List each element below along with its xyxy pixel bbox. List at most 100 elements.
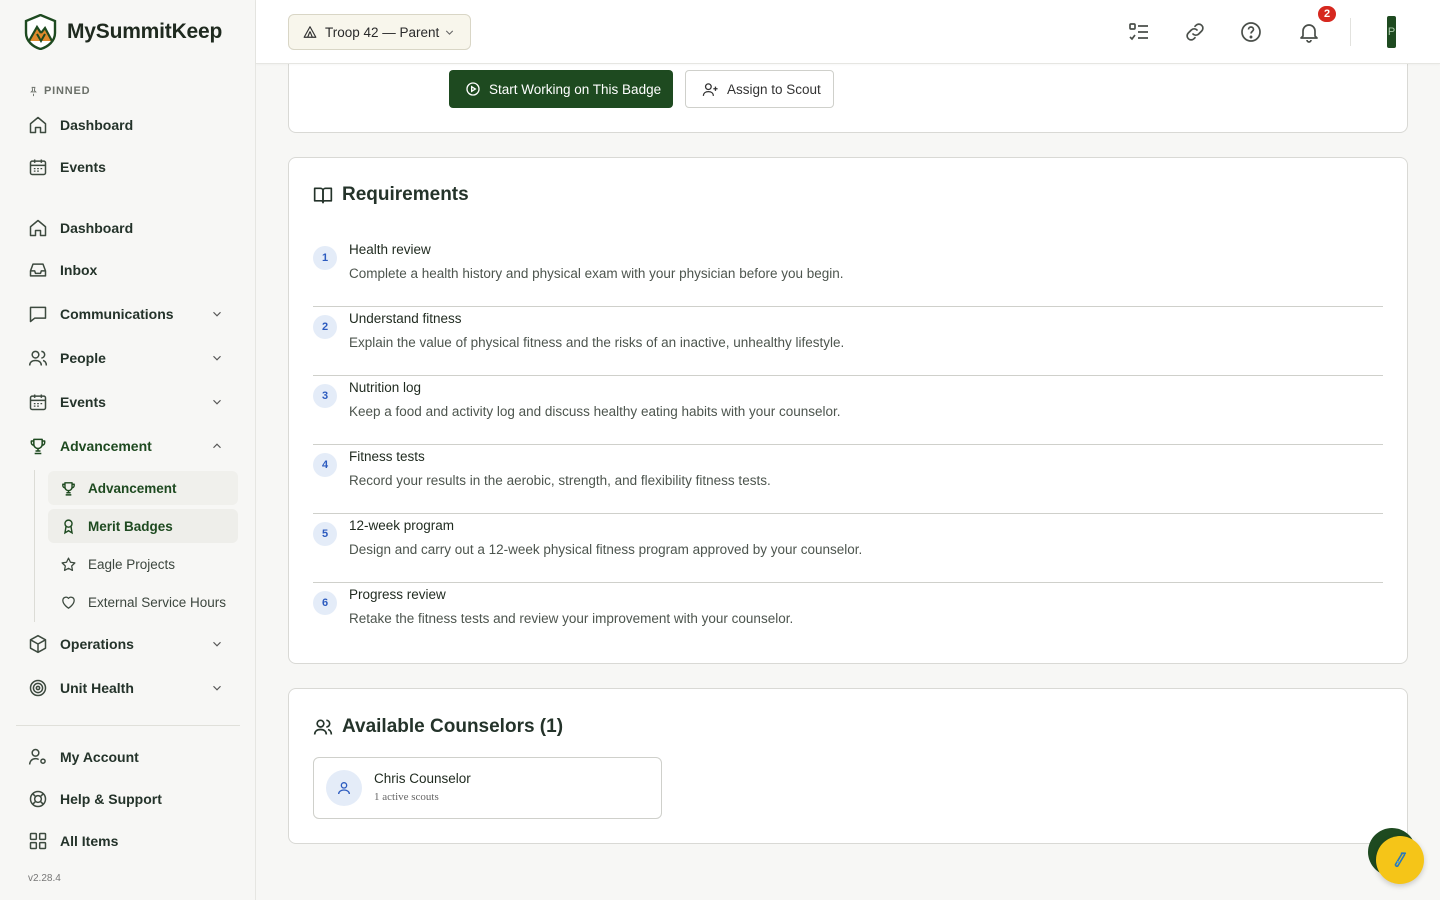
target-icon [29, 679, 47, 697]
pinned-item-events[interactable]: Events [16, 149, 240, 185]
test-tube-icon [1394, 852, 1407, 868]
requirement-item: 1 Health review Complete a health histor… [313, 238, 1383, 307]
nav-label: Events [60, 159, 106, 175]
troop-selector[interactable]: Troop 42 — Parent [288, 14, 471, 50]
users-icon [28, 350, 48, 366]
chevron-down-icon [445, 30, 454, 35]
sidebar-item-all-items[interactable]: All Items [16, 823, 240, 859]
app-name: MySummitKeep [67, 20, 223, 43]
requirement-number: 5 [313, 522, 337, 546]
nav-label: Operations [60, 636, 134, 652]
pinned-section-label: PINNED [28, 85, 90, 97]
requirement-title: Understand fitness [349, 311, 462, 326]
play-circle-icon [466, 82, 480, 96]
start-badge-label: Start Working on This Badge [489, 81, 662, 97]
assign-scout-label: Assign to Scout [727, 81, 821, 97]
link-icon[interactable] [1183, 20, 1207, 44]
tent-icon [303, 26, 317, 38]
nav-label: Help & Support [60, 791, 162, 807]
requirement-item: 2 Understand fitness Explain the value o… [313, 307, 1383, 376]
nav-label: Inbox [60, 262, 98, 278]
counselors-card: Available Counselors (1) Chris Counselor… [288, 688, 1408, 844]
lifebuoy-icon [29, 790, 47, 808]
subnav-external-service-hours[interactable]: External Service Hours [48, 585, 238, 619]
counselor-card[interactable]: Chris Counselor 1 active scouts [313, 757, 662, 819]
checklist-icon[interactable] [1127, 20, 1151, 44]
bell-icon[interactable] [1297, 20, 1321, 44]
requirement-title: Progress review [349, 587, 446, 602]
grid-icon [29, 832, 47, 850]
requirement-number: 2 [313, 315, 337, 339]
chevron-down-icon [213, 641, 221, 647]
trophy-icon [62, 481, 75, 496]
user-plus-icon [702, 82, 718, 96]
counselors-heading: Available Counselors (1) [313, 716, 563, 738]
trophy-icon [30, 438, 46, 455]
troop-selector-label: Troop 42 — Parent [325, 24, 440, 40]
home-icon [29, 219, 47, 237]
book-open-icon [313, 187, 333, 204]
requirement-item: 3 Nutrition log Keep a food and activity… [313, 376, 1383, 445]
nav-label: People [60, 350, 106, 366]
requirement-item: 5 12-week program Design and carry out a… [313, 514, 1383, 583]
assign-scout-button[interactable]: Assign to Scout [685, 70, 834, 108]
app-version: v2.28.4 [28, 873, 61, 884]
user-gear-icon [28, 748, 46, 765]
requirement-item: 6 Progress review Retake the fitness tes… [313, 583, 1383, 652]
nav-label: Advancement [60, 438, 152, 454]
users-icon [313, 719, 333, 735]
sidebar-item-inbox[interactable]: Inbox [16, 252, 240, 288]
counselor-avatar [326, 770, 362, 806]
chevron-down-icon [213, 399, 221, 405]
sidebar-item-people[interactable]: People [16, 340, 240, 376]
sidebar-item-advancement[interactable]: Advancement [16, 428, 240, 464]
requirement-description: Design and carry out a 12-week physical … [349, 542, 863, 557]
chevron-down-icon [213, 685, 221, 691]
message-icon [29, 306, 47, 323]
subnav-advancement[interactable]: Advancement [48, 471, 238, 505]
requirement-number: 3 [313, 384, 337, 408]
chevron-down-icon [213, 355, 221, 361]
top-bar: Troop 42 — Parent 2 P [256, 0, 1440, 64]
nav-label: Dashboard [60, 220, 134, 236]
sidebar-item-communications[interactable]: Communications [16, 296, 240, 332]
chevron-down-icon [213, 311, 221, 317]
subnav-label: External Service Hours [88, 594, 227, 610]
requirement-item: 4 Fitness tests Record your results in t… [313, 445, 1383, 514]
nav-label: All Items [60, 833, 119, 849]
pinned-item-dashboard[interactable]: Dashboard [16, 107, 240, 143]
submenu-guide-line [34, 470, 35, 622]
pinned-label-text: PINNED [44, 85, 91, 97]
box-icon [29, 634, 47, 654]
sidebar-item-help-support[interactable]: Help & Support [16, 781, 240, 817]
requirement-description: Record your results in the aerobic, stre… [349, 473, 771, 488]
requirement-title: Health review [349, 242, 431, 257]
subnav-eagle-projects[interactable]: Eagle Projects [48, 547, 238, 581]
heart-icon [62, 596, 75, 609]
inbox-icon [29, 263, 47, 277]
app-logo[interactable]: MySummitKeep [24, 14, 222, 50]
sidebar-item-events[interactable]: Events [16, 384, 240, 420]
sidebar-item-unit-health[interactable]: Unit Health [16, 670, 240, 706]
floating-action-button[interactable] [1376, 836, 1424, 884]
requirement-number: 1 [313, 246, 337, 270]
requirement-number: 6 [313, 591, 337, 615]
subnav-label: Advancement [88, 480, 177, 496]
subnav-label: Merit Badges [88, 518, 173, 534]
sidebar-item-dashboard[interactable]: Dashboard [16, 210, 240, 246]
sidebar-item-my-account[interactable]: My Account [16, 739, 240, 775]
counselor-scout-count: 1 active scouts [374, 791, 439, 803]
requirement-description: Explain the value of physical fitness an… [349, 335, 845, 350]
sidebar-item-operations[interactable]: Operations [16, 626, 240, 662]
subnav-label: Eagle Projects [88, 556, 176, 572]
help-icon[interactable] [1239, 20, 1263, 44]
nav-label: My Account [60, 749, 139, 765]
notification-count-badge: 2 [1316, 4, 1338, 24]
start-badge-button[interactable]: Start Working on This Badge [449, 70, 673, 108]
nav-label: Communications [60, 306, 174, 322]
mountain-shield-logo-icon [24, 14, 57, 50]
requirement-title: 12-week program [349, 518, 455, 533]
user-avatar[interactable]: P [1387, 16, 1396, 48]
subnav-merit-badges[interactable]: Merit Badges [48, 509, 238, 543]
requirement-title: Nutrition log [349, 380, 422, 395]
